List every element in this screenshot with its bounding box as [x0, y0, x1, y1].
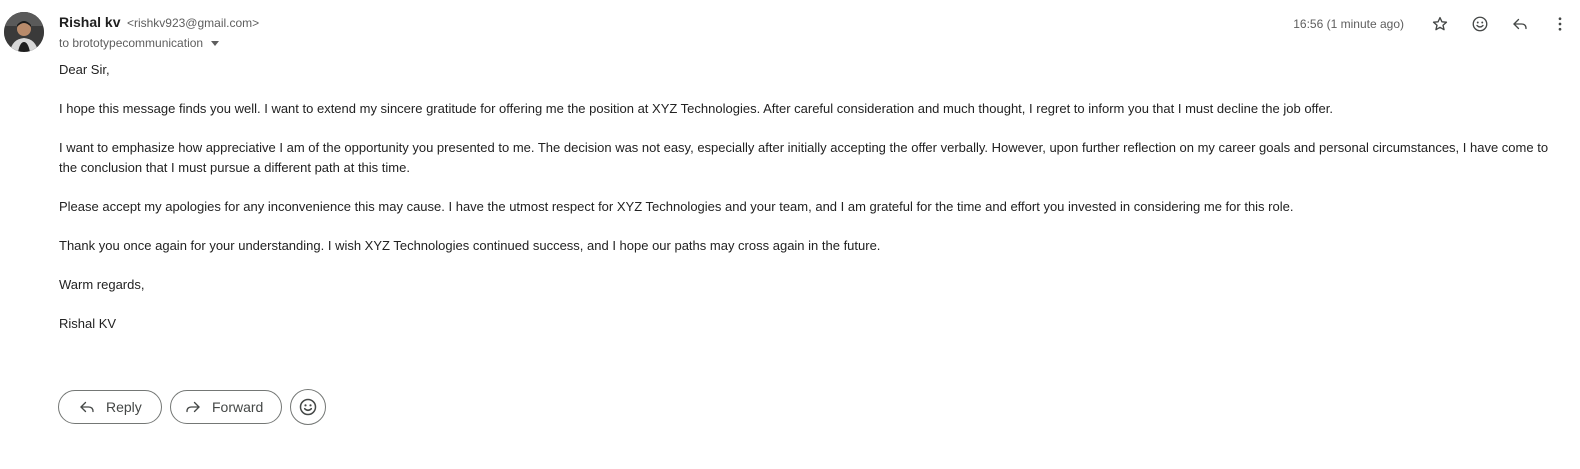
message-actions: Reply Forward	[58, 389, 326, 425]
star-button[interactable]	[1420, 12, 1460, 36]
email-body: Dear Sir, I hope this message finds you …	[59, 60, 1549, 353]
email-paragraph: I hope this message finds you well. I wa…	[59, 101, 1333, 116]
avatar-photo-icon	[4, 12, 44, 52]
more-vert-icon	[1558, 17, 1562, 31]
email-greeting: Dear Sir,	[59, 62, 110, 77]
recipients-line[interactable]: to brototypecommunication	[59, 36, 220, 50]
chevron-down-icon[interactable]	[211, 40, 220, 46]
emoji-reaction-icon	[1472, 16, 1488, 32]
email-header: Rishal kv <rishkv923@gmail.com> to broto…	[59, 12, 1580, 56]
email-paragraph: I want to emphasize how appreciative I a…	[59, 140, 1549, 175]
more-options-button[interactable]	[1540, 12, 1580, 36]
add-reaction-button[interactable]	[1460, 12, 1500, 36]
emoji-reaction-button[interactable]	[290, 389, 326, 425]
email-signature: Rishal KV	[59, 316, 117, 331]
email-message: Rishal kv <rishkv923@gmail.com> to broto…	[0, 0, 1580, 469]
sender-line: Rishal kv <rishkv923@gmail.com>	[59, 14, 259, 32]
reply-icon-button[interactable]	[1500, 12, 1540, 36]
reply-icon	[78, 398, 96, 416]
star-icon	[1432, 16, 1448, 31]
recipients-label: to brototypecommunication	[59, 36, 204, 50]
email-paragraph: Please accept my apologies for any incon…	[59, 199, 1294, 214]
sender-avatar[interactable]	[4, 12, 44, 52]
sender-name[interactable]: Rishal kv	[59, 14, 120, 30]
reply-icon	[1513, 18, 1527, 30]
email-closing: Warm regards,	[59, 277, 145, 292]
emoji-reaction-icon	[299, 398, 317, 416]
reply-button-label: Reply	[106, 399, 142, 415]
email-paragraph: Thank you once again for your understand…	[59, 238, 881, 253]
message-meta: 16:56 (1 minute ago)	[1293, 12, 1580, 36]
forward-icon	[184, 398, 202, 416]
reply-button[interactable]: Reply	[58, 390, 162, 424]
sender-email: <rishkv923@gmail.com>	[126, 16, 260, 30]
forward-button-label: Forward	[212, 399, 264, 415]
forward-button[interactable]: Forward	[170, 390, 282, 424]
message-timestamp: 16:56 (1 minute ago)	[1293, 17, 1404, 31]
